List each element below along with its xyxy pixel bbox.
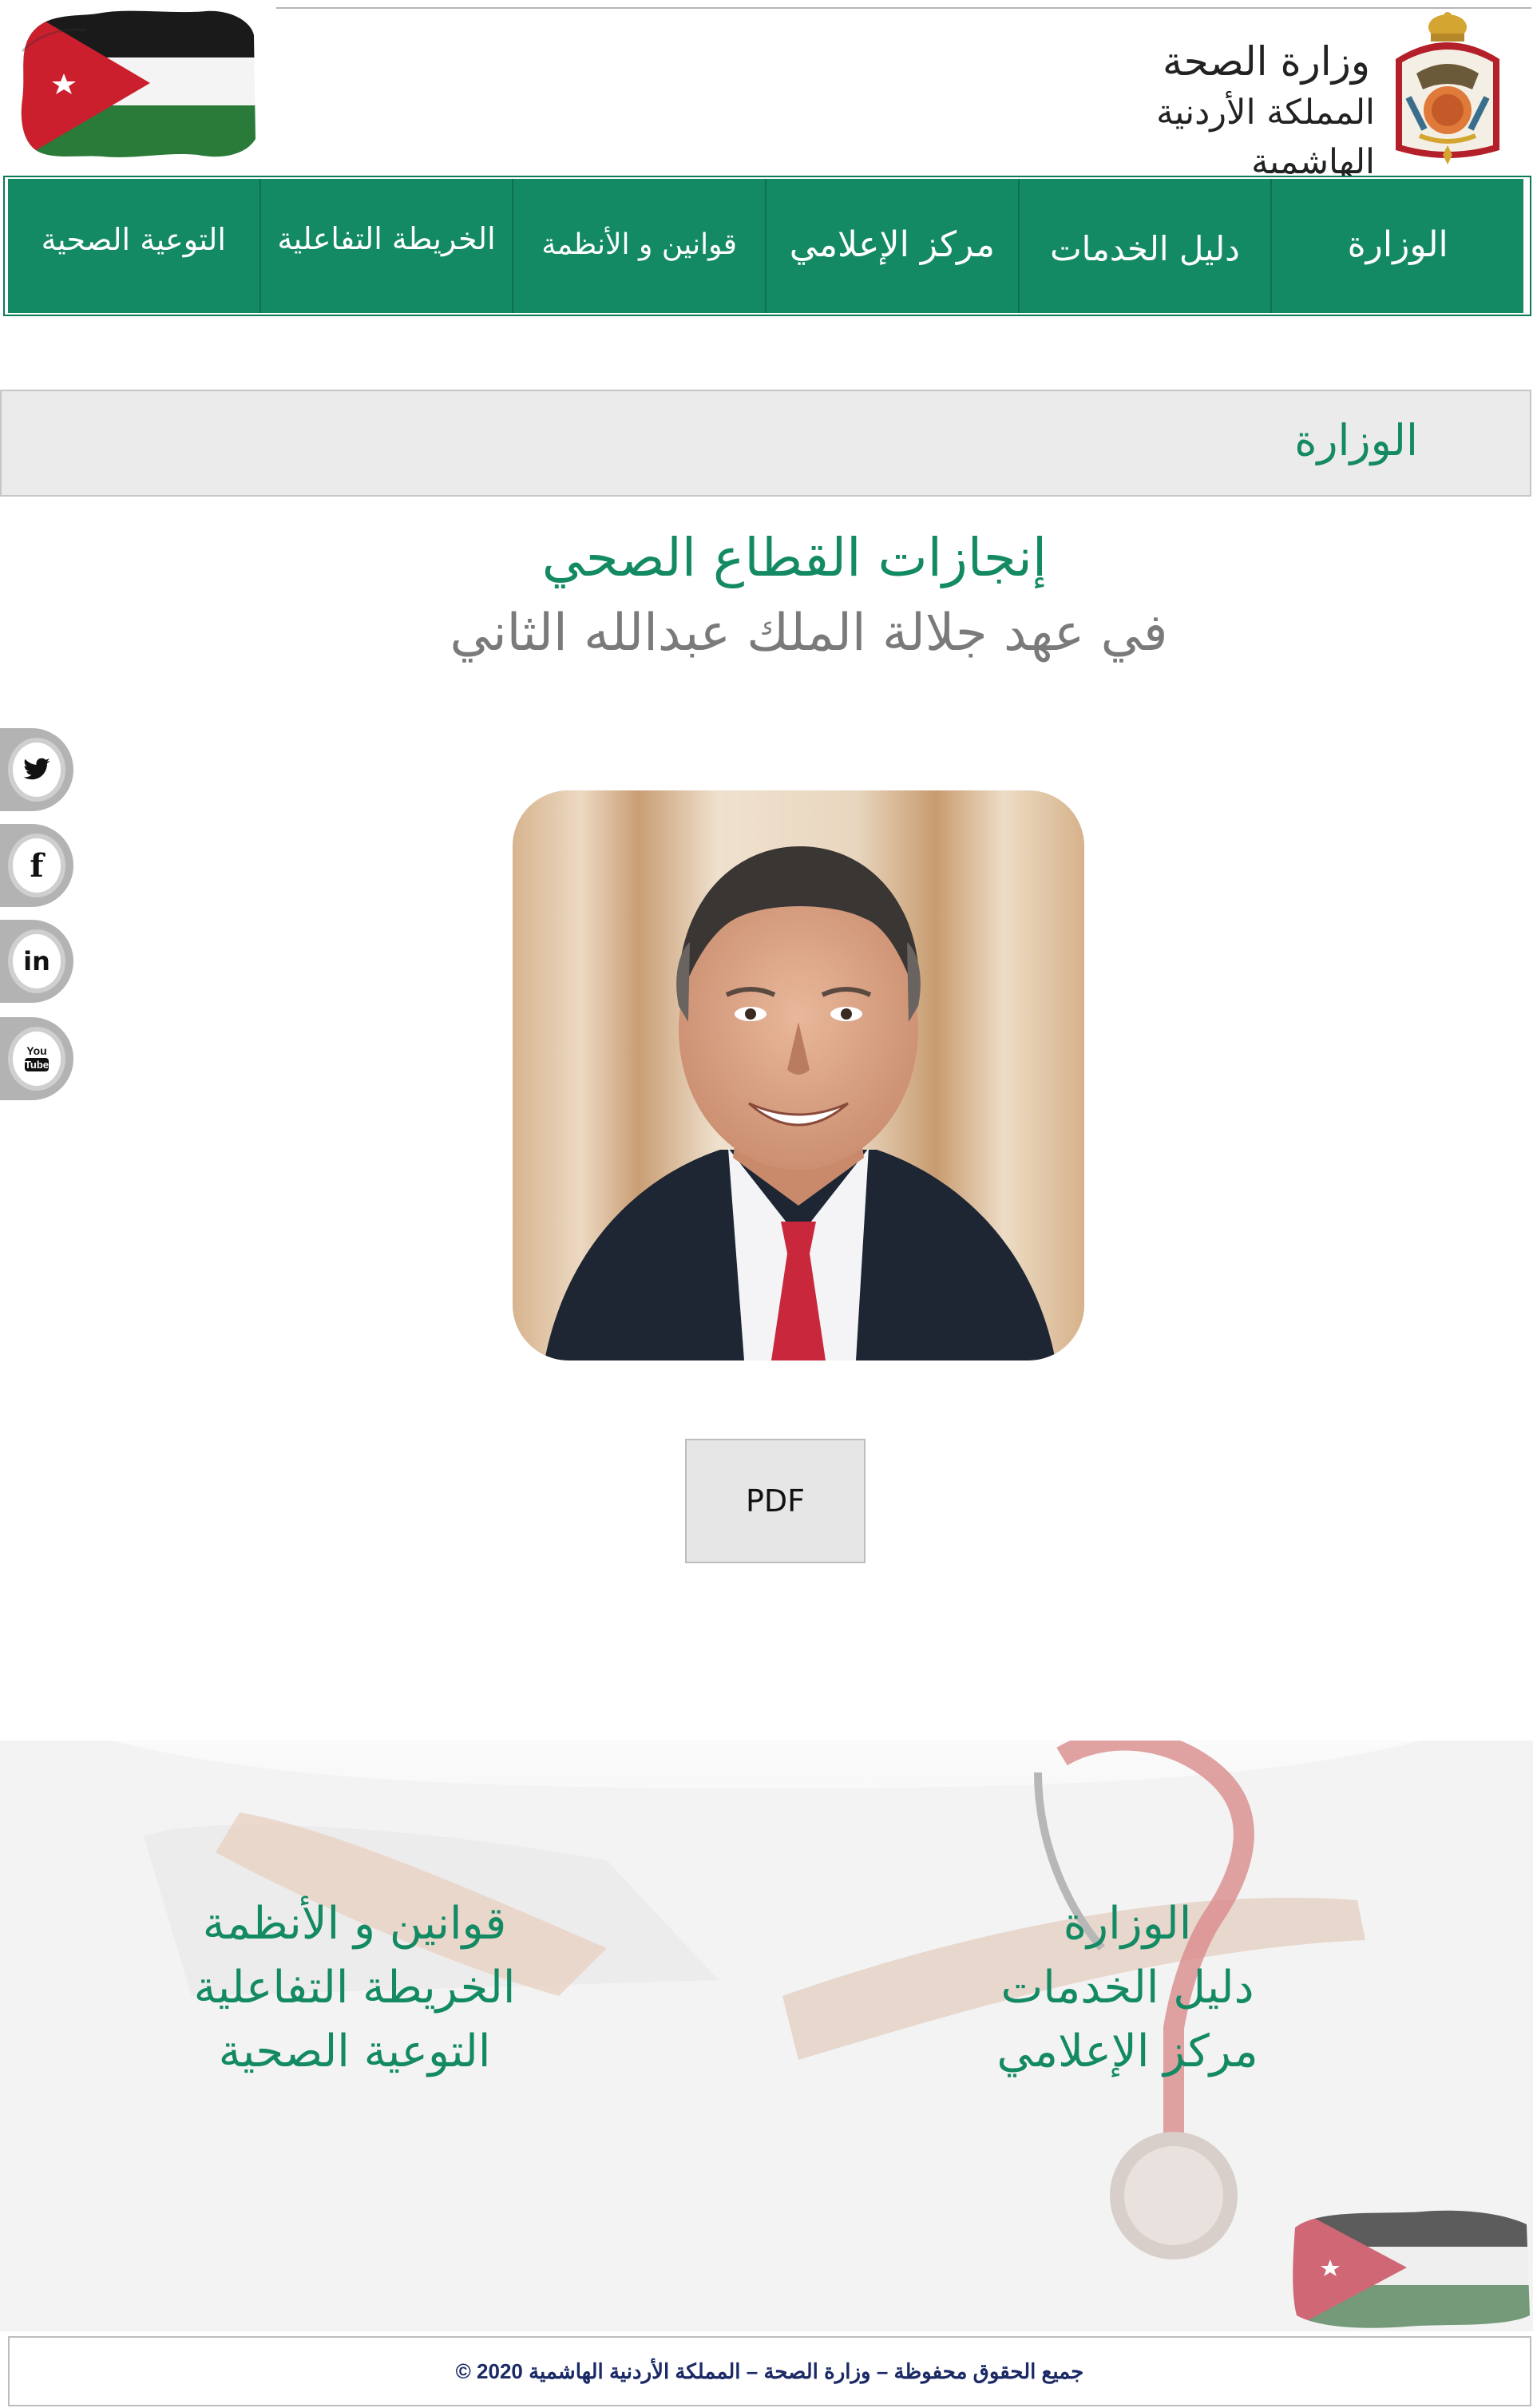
main-nav: الوزارة دليل الخدمات مركز الإعلامي قواني… (3, 176, 1531, 316)
nav-item-health-awareness[interactable]: التوعية الصحية (7, 179, 259, 313)
facebook-icon[interactable]: f (8, 834, 65, 897)
king-portrait-image (513, 790, 1084, 1360)
site-header: وزارة الصحة المملكة الأردنية الهاشمية (0, 0, 1533, 182)
copyright-text: جميع الحقوق محفوظة – وزارة الصحة – الممل… (455, 2358, 1084, 2383)
breadcrumb: الوزارة (0, 390, 1531, 497)
social-linkedin[interactable]: in (0, 920, 73, 1003)
breadcrumb-current[interactable]: الوزارة (1294, 415, 1418, 465)
jordan-flag-footer-icon (1293, 2210, 1531, 2328)
copyright-bar: جميع الحقوق محفوظة – وزارة الصحة – الممل… (8, 2336, 1531, 2406)
footer-link-ministry[interactable]: الوزارة (936, 1892, 1319, 1956)
ministry-name-line2: المملكة الأردنية الهاشمية (1156, 93, 1375, 182)
header-divider (276, 7, 1531, 9)
footer-link-interactive-map[interactable]: الخريطة التفاعلية (163, 1956, 546, 2020)
svg-text:Tube: Tube (25, 1059, 49, 1071)
pdf-button[interactable]: PDF (685, 1439, 866, 1563)
footer-links-right: الوزارة دليل الخدمات مركز الإعلامي (936, 1892, 1319, 2084)
footer-links-left: قوانين و الأنظمة الخريطة التفاعلية التوع… (163, 1892, 546, 2084)
svg-text:You: You (26, 1044, 46, 1057)
ministry-name-line1: وزارة الصحة (1163, 38, 1370, 85)
nav-item-media-center[interactable]: مركز الإعلامي (764, 179, 1018, 313)
footer-link-media-center[interactable]: مركز الإعلامي (936, 2020, 1319, 2084)
twitter-icon[interactable] (8, 738, 65, 802)
ministry-name: وزارة الصحة المملكة الأردنية الهاشمية (1094, 35, 1375, 182)
social-twitter[interactable] (0, 728, 73, 811)
footer-link-laws[interactable]: قوانين و الأنظمة (163, 1892, 546, 1956)
nav-item-laws[interactable]: قوانين و الأنظمة (512, 179, 765, 313)
social-youtube[interactable]: You Tube (0, 1017, 73, 1100)
social-facebook[interactable]: f (0, 824, 73, 907)
footer-link-services-guide[interactable]: دليل الخدمات (936, 1956, 1319, 2020)
page-title: إنجازات القطاع الصحي (541, 527, 1048, 588)
jordan-flag-logo[interactable] (14, 3, 258, 163)
nav-item-interactive-map[interactable]: الخريطة التفاعلية (259, 179, 513, 313)
coat-of-arms-icon[interactable] (1384, 10, 1511, 169)
nav-item-services-guide[interactable]: دليل الخدمات (1017, 179, 1271, 313)
page-subtitle: في عهد جلالة الملك عبدالله الثاني (450, 604, 1168, 663)
linkedin-icon[interactable]: in (8, 929, 65, 993)
footer-link-health-awareness[interactable]: التوعية الصحية (163, 2020, 546, 2084)
nav-item-ministry[interactable]: الوزارة (1270, 179, 1523, 313)
youtube-icon[interactable]: You Tube (8, 1027, 65, 1091)
